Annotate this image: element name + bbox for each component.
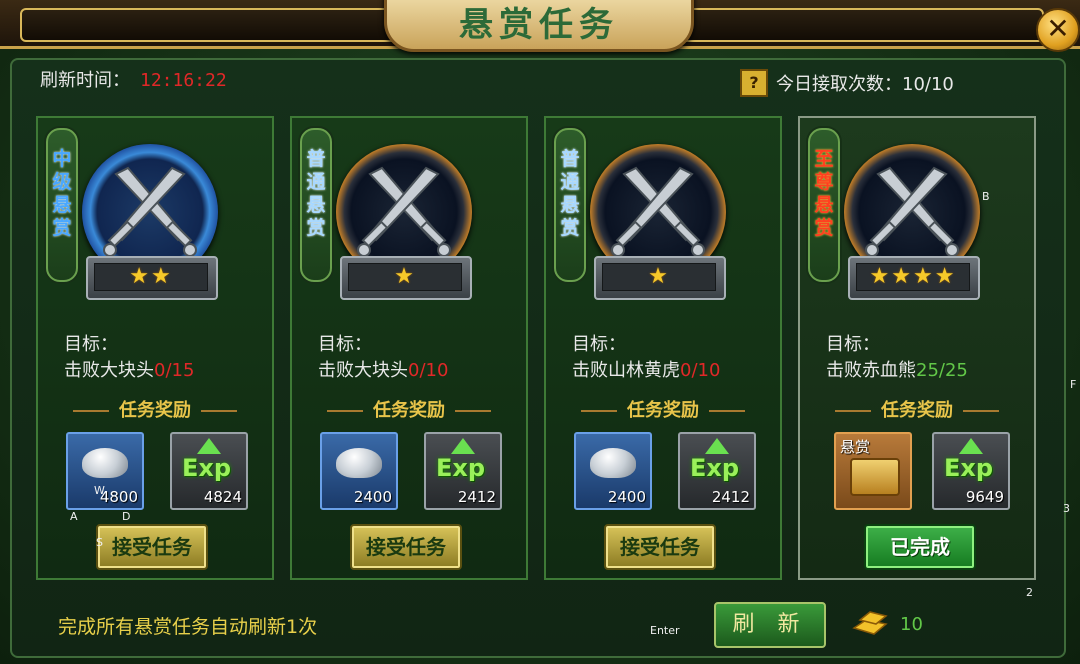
reward-title: 任务奖励	[800, 396, 1034, 422]
goal-label: 目标：	[64, 334, 118, 355]
reward-title-text: 任务奖励	[373, 400, 445, 421]
exp-arrow-icon	[451, 438, 475, 454]
exp-arrow-icon	[197, 438, 221, 454]
bounty-chest-reward-slot[interactable]: 悬赏	[834, 432, 912, 510]
exp-icon: Exp	[436, 454, 486, 482]
exp-arrow-icon	[705, 438, 729, 454]
reward-title-text: 任务奖励	[881, 400, 953, 421]
tier-ribbon: 普通悬赏	[300, 128, 332, 282]
tier-ribbon: 中级悬赏	[46, 128, 78, 282]
goal-text: 击败大块头0/10	[318, 356, 448, 382]
silver-reward-slot[interactable]: 2400	[574, 432, 652, 510]
goal-target: 击败赤血熊	[826, 360, 916, 381]
silver-qty: 2400	[607, 488, 646, 506]
goal-label: 目标：	[318, 334, 372, 355]
window-title: 悬赏任务	[459, 5, 619, 45]
goal-progress: 0/10	[408, 360, 449, 381]
bounty-window: 悬赏任务 ✕ 刷新时间： 12:16:22 ? 今日接取次数：10/10 中级悬赏…	[0, 0, 1080, 664]
gold-count: 10	[900, 614, 923, 635]
close-button[interactable]: ✕	[1036, 8, 1080, 52]
exp-icon: Exp	[182, 454, 232, 482]
goal-target: 击败大块头	[64, 360, 154, 381]
exp-qty: 4824	[203, 488, 242, 506]
silver-ingot-icon	[590, 448, 636, 478]
goal-target: 击败山林黄虎	[572, 360, 680, 381]
exp-qty: 9649	[965, 488, 1004, 506]
exp-reward-slot[interactable]: Exp 2412	[678, 432, 756, 510]
accept-task-button[interactable]: 接受任务	[96, 524, 208, 570]
exp-reward-slot[interactable]: Exp 4824	[170, 432, 248, 510]
key-hint-s: S	[96, 536, 103, 549]
key-hint-f: F	[1070, 378, 1077, 391]
reward-title: 任务奖励	[38, 396, 272, 422]
silver-qty: 2400	[353, 488, 392, 506]
star-rating-icon: ★★	[129, 264, 173, 289]
refresh-time-label: 刷新时间：	[40, 70, 130, 91]
bounty-card: 普通悬赏 ★ 目标： 击败山林黄虎0/10 任务奖励 2400 Exp 2412 …	[544, 116, 782, 580]
tier-label: 普通悬赏	[306, 148, 326, 239]
reward-title: 任务奖励	[292, 396, 526, 422]
reward-title-text: 任务奖励	[119, 400, 191, 421]
goal-label: 目标：	[826, 334, 880, 355]
exp-qty: 2412	[457, 488, 496, 506]
exp-icon: Exp	[690, 454, 740, 482]
reward-title: 任务奖励	[546, 396, 780, 422]
goal-progress: 0/10	[680, 360, 721, 381]
auto-refresh-note: 完成所有悬赏任务自动刷新1次	[58, 616, 318, 638]
star-plate: ★★	[86, 256, 218, 300]
star-rating-icon: ★★★★	[869, 264, 957, 289]
treasure-chest-icon	[850, 458, 900, 496]
star-rating-icon: ★	[648, 264, 670, 289]
tier-label: 普通悬赏	[560, 148, 580, 239]
star-plate: ★★★★	[848, 256, 980, 300]
key-hint-a: A	[70, 510, 78, 523]
daily-accept-count: 今日接取次数：10/10	[776, 74, 954, 95]
key-hint-w: W	[94, 484, 105, 497]
refresh-button[interactable]: 刷 新	[714, 602, 826, 648]
star-rating-icon: ★	[394, 264, 416, 289]
tier-ribbon: 普通悬赏	[554, 128, 586, 282]
goal-text: 击败大块头0/15	[64, 356, 194, 382]
completed-button[interactable]: 已完成	[864, 524, 976, 570]
goal-label: 目标：	[572, 334, 626, 355]
bounty-card: 普通悬赏 ★ 目标： 击败大块头0/10 任务奖励 2400 Exp 2412 接…	[290, 116, 528, 580]
key-hint-d: D	[122, 510, 131, 523]
accept-task-button[interactable]: 接受任务	[350, 524, 462, 570]
key-hint-enter: Enter	[650, 624, 680, 637]
goal-text: 击败山林黄虎0/10	[572, 356, 720, 382]
goal-progress: 0/15	[154, 360, 195, 381]
key-hint-b: B	[982, 190, 990, 203]
gold-ingot-icon	[852, 611, 888, 635]
goal-text: 击败赤血熊25/25	[826, 356, 968, 382]
refresh-time-value: 12:16:22	[140, 70, 227, 91]
title-plate: 悬赏任务	[384, 0, 694, 52]
exp-reward-slot[interactable]: Exp 2412	[424, 432, 502, 510]
key-hint-2: 2	[1026, 586, 1033, 599]
tier-label: 中级悬赏	[52, 148, 72, 239]
exp-reward-slot[interactable]: Exp 9649	[932, 432, 1010, 510]
silver-ingot-icon	[336, 448, 382, 478]
goal-progress: 25/25	[916, 360, 968, 381]
reward-title-text: 任务奖励	[627, 400, 699, 421]
exp-arrow-icon	[959, 438, 983, 454]
bounty-card: 至尊悬赏 ★★★★ 目标： 击败赤血熊25/25 任务奖励 悬赏 Exp 9649…	[798, 116, 1036, 580]
silver-qty: 4800	[99, 488, 138, 506]
star-plate: ★	[340, 256, 472, 300]
silver-reward-slot[interactable]: 4800	[66, 432, 144, 510]
tier-ribbon: 至尊悬赏	[808, 128, 840, 282]
key-hint-3: 3	[1063, 502, 1070, 515]
chest-label: 悬赏	[840, 438, 871, 456]
exp-qty: 2412	[711, 488, 750, 506]
refresh-time: 刷新时间： 12:16:22	[40, 66, 227, 92]
tier-label: 至尊悬赏	[814, 148, 834, 239]
silver-ingot-icon	[82, 448, 128, 478]
help-icon[interactable]: ?	[740, 69, 768, 97]
accept-task-button[interactable]: 接受任务	[604, 524, 716, 570]
star-plate: ★	[594, 256, 726, 300]
goal-target: 击败大块头	[318, 360, 408, 381]
exp-icon: Exp	[944, 454, 994, 482]
silver-reward-slot[interactable]: 2400	[320, 432, 398, 510]
